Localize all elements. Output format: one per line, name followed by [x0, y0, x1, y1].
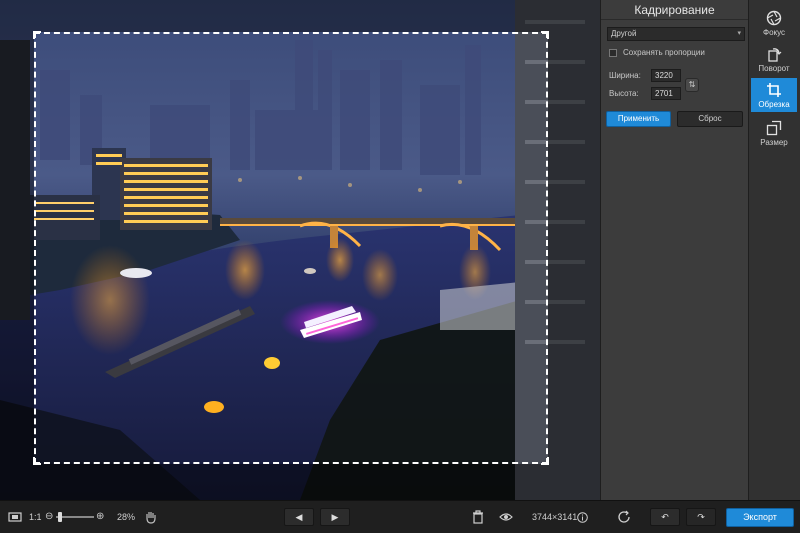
trash-icon	[473, 510, 483, 524]
hand-tool-icon[interactable]	[145, 509, 157, 525]
tool-resize-label: Размер	[760, 138, 788, 147]
swap-dimensions-button[interactable]: ⇅	[685, 78, 699, 92]
crop-mask-bottom	[0, 464, 600, 500]
image-canvas[interactable]	[0, 0, 600, 500]
zoom-out-icon[interactable]: ⊖	[45, 509, 53, 525]
fit-screen-button[interactable]	[8, 509, 22, 525]
width-row: Ширина: 3220	[609, 69, 681, 82]
preview-toggle-button[interactable]	[499, 509, 513, 525]
crop-handle-bottom-right[interactable]	[541, 457, 549, 465]
tool-strip: Фокус Поворот Обрезка Размер	[748, 0, 800, 500]
crop-selection[interactable]	[33, 31, 549, 465]
height-row: Высота: 2701	[609, 87, 681, 100]
tool-focus-label: Фокус	[762, 28, 786, 37]
aspect-preset-select[interactable]: Другой ▾	[607, 27, 745, 41]
height-label: Высота:	[609, 89, 639, 98]
keep-ratio-checkbox[interactable]	[609, 48, 617, 57]
tool-resize[interactable]: Размер	[751, 116, 797, 150]
bottom-toolbar: 1:1 ⊖ ⊕ 28% ◀ ▶ 3744×3141 ↶ ↷ Экспорт	[0, 500, 800, 533]
zoom-in-icon[interactable]: ⊕	[96, 509, 104, 525]
keep-ratio-label: Сохранять пропорции	[623, 48, 705, 57]
image-dimensions: 3744×3141	[532, 512, 578, 522]
previous-image-button[interactable]: ◀	[284, 508, 314, 526]
crop-icon	[767, 83, 781, 97]
zoom-percent: 28%	[117, 512, 136, 522]
crop-handle-bottom-left[interactable]	[33, 457, 41, 465]
actual-size-button[interactable]: 1:1	[29, 509, 42, 525]
delete-button[interactable]	[472, 509, 484, 525]
fit-screen-icon	[8, 512, 22, 522]
resize-icon	[766, 120, 782, 136]
apply-button[interactable]: Применить	[606, 111, 671, 127]
reset-button[interactable]: Сброс	[677, 111, 743, 127]
info-icon[interactable]	[577, 509, 588, 525]
crop-mask-left	[0, 32, 34, 464]
aperture-icon	[766, 10, 782, 26]
crop-settings-panel: Кадрирование Другой ▾ Сохранять пропорци…	[600, 0, 748, 500]
undo-button[interactable]: ↶	[650, 508, 680, 526]
panel-title: Кадрирование	[601, 0, 748, 20]
tool-focus[interactable]: Фокус	[751, 6, 797, 40]
keep-ratio-row[interactable]: Сохранять пропорции	[609, 48, 705, 57]
tool-rotate-label: Поворот	[758, 64, 790, 73]
tool-crop[interactable]: Обрезка	[751, 78, 797, 112]
eye-icon	[499, 513, 513, 521]
rotate-icon	[768, 48, 782, 62]
swap-icon: ⇅	[688, 80, 696, 89]
tool-rotate[interactable]: Поворот	[751, 42, 797, 76]
chevron-down-icon: ▾	[737, 30, 741, 37]
aspect-preset-value: Другой	[611, 29, 637, 38]
width-input[interactable]: 3220	[651, 69, 681, 82]
zoom-slider-handle[interactable]	[58, 512, 62, 522]
undo-icon: ↶	[661, 512, 669, 522]
export-button[interactable]: Экспорт	[726, 508, 794, 527]
crop-handle-top-left[interactable]	[33, 31, 41, 39]
arrow-left-icon: ◀	[295, 512, 303, 522]
tool-crop-label: Обрезка	[758, 100, 790, 109]
refresh-icon	[618, 510, 630, 523]
next-image-button[interactable]: ▶	[320, 508, 350, 526]
arrow-right-icon: ▶	[331, 512, 339, 522]
crop-handle-top-right[interactable]	[541, 31, 549, 39]
crop-mask-right	[548, 32, 600, 464]
width-label: Ширина:	[609, 71, 641, 80]
height-input[interactable]: 2701	[651, 87, 681, 100]
redo-icon: ↷	[697, 512, 705, 522]
redo-button[interactable]: ↷	[686, 508, 716, 526]
crop-mask-top	[0, 0, 600, 32]
sync-button[interactable]	[617, 509, 631, 525]
